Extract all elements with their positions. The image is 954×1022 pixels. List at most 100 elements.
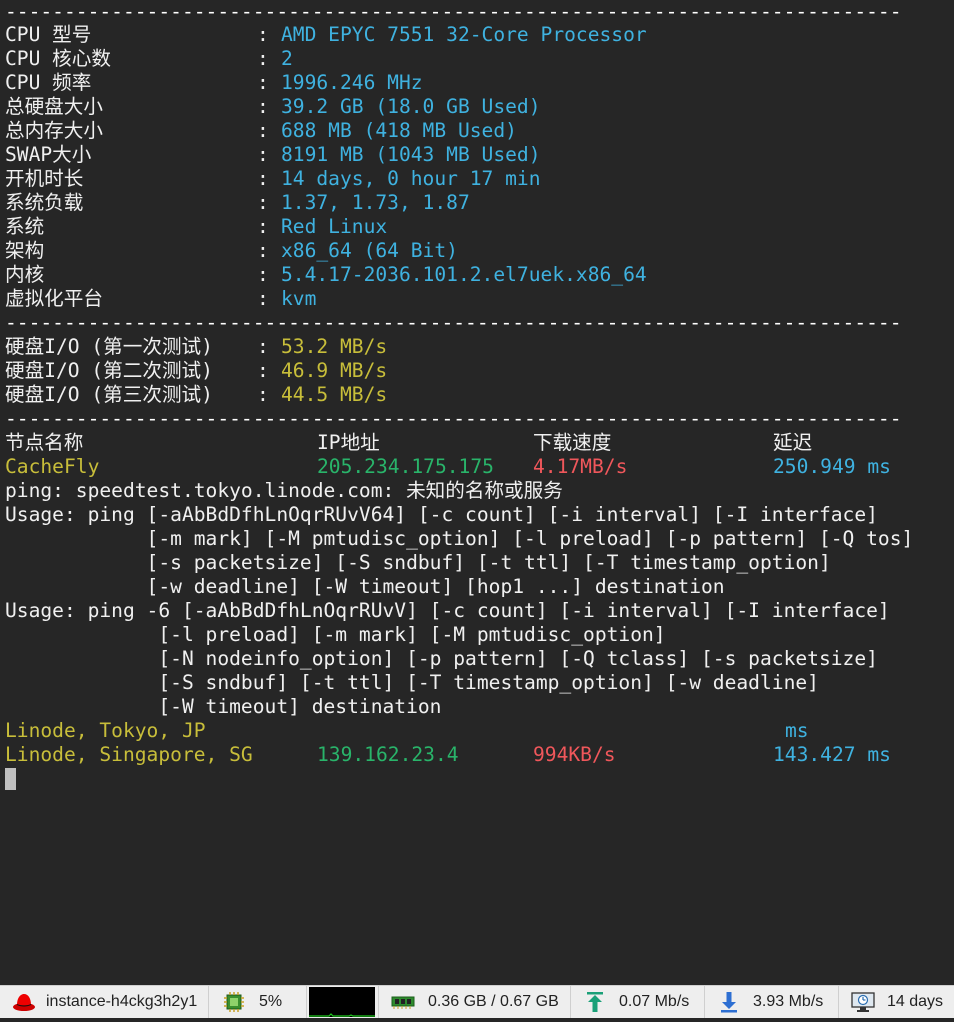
usage-line: [-s packetsize] [-S sndbuf] [-t ttl] [-T…: [5, 551, 831, 574]
sysinfo-colon: :: [257, 191, 269, 214]
sysinfo-colon: :: [257, 239, 269, 262]
uptime-segment[interactable]: 14 days: [839, 986, 954, 1018]
sysinfo-label: 总硬盘大小: [5, 95, 103, 118]
sysinfo-row: CPU 型号: AMD EPYC 7551 32-Core Processor: [5, 23, 945, 47]
usage-line: [-l preload] [-m mark] [-M pmtudisc_opti…: [5, 623, 666, 646]
disk-io-value: 44.5 MB/s: [281, 383, 388, 406]
node-name: CacheFly: [5, 455, 100, 478]
sysinfo-colon: :: [257, 215, 269, 238]
sysinfo-label: 系统负载: [5, 191, 84, 214]
usage-line: Usage: ping [-aAbBdDfhLnOqrRUvV64] [-c c…: [5, 503, 878, 526]
memory-segment[interactable]: 0.36 GB / 0.67 GB: [379, 986, 571, 1018]
node-latency: ms: [785, 719, 809, 742]
sysinfo-value: 14 days, 0 hour 17 min: [281, 167, 541, 190]
header-node: 节点名称: [5, 431, 84, 454]
sysinfo-row: 总内存大小:688 MB (418 MB Used): [5, 119, 945, 143]
sysinfo-colon: :: [257, 71, 269, 94]
disk-io-value: 46.9 MB/s: [281, 359, 388, 382]
sysinfo-row: SWAP大小:8191 MB (1043 MB Used): [5, 143, 945, 167]
sysinfo-row: CPU 核心数:2: [5, 47, 945, 71]
disk-io-label: 硬盘I/O (第三次测试): [5, 383, 213, 406]
separator-line: ----------------------------------------…: [5, 311, 902, 334]
sysinfo-value: 8191 MB (1043 MB Used): [281, 143, 541, 166]
download-segment[interactable]: 3.93 Mb/s: [705, 986, 839, 1018]
sysinfo-value: x86_64 (64 Bit): [281, 239, 458, 262]
disk-io-colon: :: [257, 359, 269, 382]
sysinfo-value: AMD EPYC 7551 32-Core Processor: [281, 23, 647, 46]
sysinfo-colon: :: [257, 287, 269, 310]
sysinfo-value: 1996.246 MHz: [281, 71, 423, 94]
ram-stick-icon: [391, 994, 415, 1010]
speed-row-singapore: Linode, Singapore, SG 139.162.23.4 994KB…: [5, 743, 945, 767]
sysinfo-row: 系统: Red Linux: [5, 215, 945, 239]
node-name: Linode, Singapore, SG: [5, 743, 253, 766]
node-speed: 4.17MB/s: [533, 455, 628, 478]
sysinfo-colon: :: [257, 95, 269, 118]
sysinfo-label: CPU 核心数: [5, 47, 111, 70]
speed-table-header: 节点名称 IP地址 下载速度 延迟: [5, 431, 945, 455]
sysinfo-row: 开机时长:14 days, 0 hour 17 min: [5, 167, 945, 191]
instance-segment[interactable]: instance-h4ckg3h2y1: [0, 986, 209, 1018]
sysinfo-value: 39.2 GB (18.0 GB Used): [281, 95, 541, 118]
usage-line: [-N nodeinfo_option] [-p pattern] [-Q tc…: [5, 647, 878, 670]
sysinfo-colon: :: [257, 47, 269, 70]
sysinfo-row: 虚拟化平台: kvm: [5, 287, 945, 311]
sysinfo-colon: :: [257, 167, 269, 190]
usage-line: Usage: ping -6 [-aAbBdDfhLnOqrRUvV] [-c …: [5, 599, 890, 622]
disk-io-colon: :: [257, 383, 269, 406]
cpu-usage: 5%: [259, 993, 283, 1010]
sysinfo-value: 5.4.17-2036.101.2.el7uek.x86_64: [281, 263, 647, 286]
node-speed: 994KB/s: [533, 743, 616, 766]
usage-line: [-S sndbuf] [-t ttl] [-T timestamp_optio…: [5, 671, 819, 694]
sysinfo-row: 内核:5.4.17-2036.101.2.el7uek.x86_64: [5, 263, 945, 287]
instance-name: instance-h4ckg3h2y1: [46, 993, 198, 1010]
sysinfo-label: SWAP大小: [5, 143, 92, 166]
sysinfo-colon: :: [257, 263, 269, 286]
node-ip: 139.162.23.4: [317, 743, 459, 766]
sysinfo-label: CPU 型号: [5, 23, 92, 46]
sysinfo-row: 总硬盘大小:39.2 GB (18.0 GB Used): [5, 95, 945, 119]
sysinfo-label: 虚拟化平台: [5, 287, 103, 310]
disk-io-label: 硬盘I/O (第一次测试): [5, 335, 213, 358]
header-ip: IP地址: [317, 431, 380, 454]
upload-segment[interactable]: 0.07 Mb/s: [571, 986, 705, 1018]
speed-row-tokyo: Linode, Tokyo, JP ms: [5, 719, 945, 743]
speed-row-cachefly: CacheFly 205.234.175.175 4.17MB/s 250.94…: [5, 455, 945, 479]
sysinfo-label: 系统: [5, 215, 45, 238]
disk-io-colon: :: [257, 335, 269, 358]
disk-io-row: 硬盘I/O (第三次测试):44.5 MB/s: [5, 383, 945, 407]
upload-arrow-icon: [585, 991, 605, 1013]
disk-io-row: 硬盘I/O (第一次测试):53.2 MB/s: [5, 335, 945, 359]
sysinfo-value: 2: [281, 47, 293, 70]
header-latency: 延迟: [773, 431, 813, 454]
separator-line: ----------------------------------------…: [5, 0, 902, 23]
sysinfo-label: 总内存大小: [5, 119, 103, 142]
memory-usage: 0.36 GB / 0.67 GB: [428, 993, 559, 1010]
sysinfo-value: kvm: [281, 287, 317, 310]
usage-line: [-m mark] [-M pmtudisc_option] [-l prelo…: [5, 527, 914, 550]
disk-io-label: 硬盘I/O (第二次测试): [5, 359, 213, 382]
sysinfo-value: Red Linux: [281, 215, 388, 238]
sysinfo-label: 开机时长: [5, 167, 84, 190]
node-latency: 250.949 ms: [773, 455, 891, 478]
sysinfo-value: 1.37, 1.73, 1.87: [281, 191, 470, 214]
usage-line: [-w deadline] [-W timeout] [hop1 ...] de…: [5, 575, 725, 598]
disk-io-row: 硬盘I/O (第二次测试):46.9 MB/s: [5, 359, 945, 383]
usage-line: [-W timeout] destination: [5, 695, 442, 718]
header-speed: 下载速度: [533, 431, 612, 454]
sysinfo-row: 系统负载:1.37, 1.73, 1.87: [5, 191, 945, 215]
sysinfo-colon: :: [257, 23, 269, 46]
sysinfo-label: CPU 频率: [5, 71, 92, 94]
download-speed: 3.93 Mb/s: [753, 993, 824, 1010]
terminal-cursor[interactable]: [5, 768, 16, 790]
node-ip: 205.234.175.175: [317, 455, 494, 478]
ping-error-line: ping: speedtest.tokyo.linode.com: 未知的名称或…: [5, 479, 563, 502]
cpu-segment[interactable]: 5%: [209, 986, 307, 1018]
node-latency: 143.427 ms: [773, 743, 891, 766]
sysinfo-row: CPU 频率:1996.246 MHz: [5, 71, 945, 95]
monitor-clock-icon: [851, 991, 875, 1013]
sysinfo-label: 内核: [5, 263, 45, 286]
sysinfo-colon: :: [257, 119, 269, 142]
status-bar: instance-h4ckg3h2y1 5% 0.36 GB / 0.67 GB…: [0, 985, 954, 1018]
sysinfo-value: 688 MB (418 MB Used): [281, 119, 517, 142]
